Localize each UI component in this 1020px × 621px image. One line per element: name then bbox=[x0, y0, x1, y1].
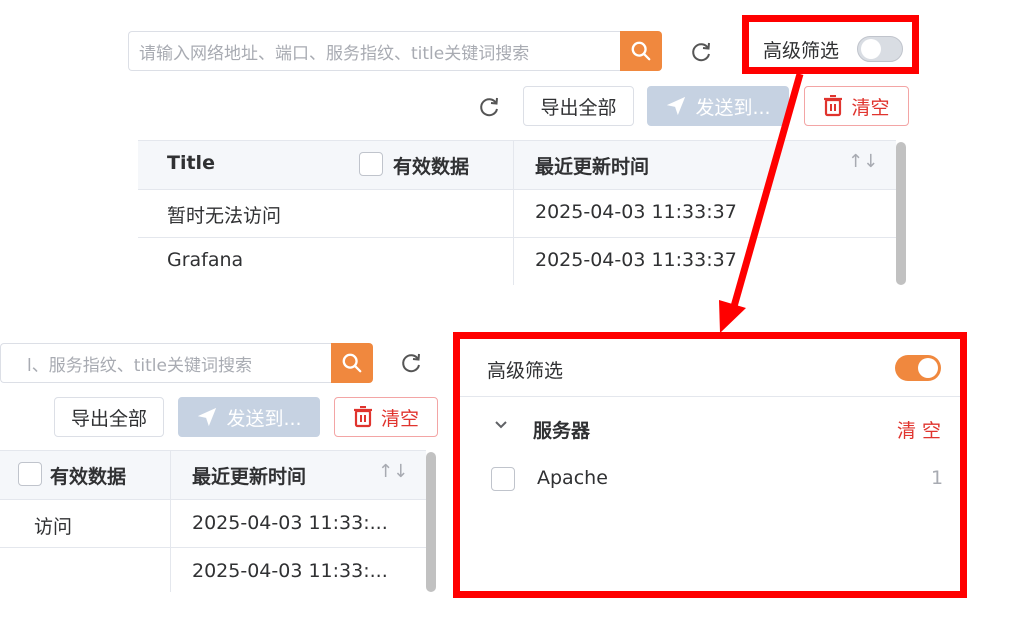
annotation-arrow bbox=[719, 73, 804, 333]
